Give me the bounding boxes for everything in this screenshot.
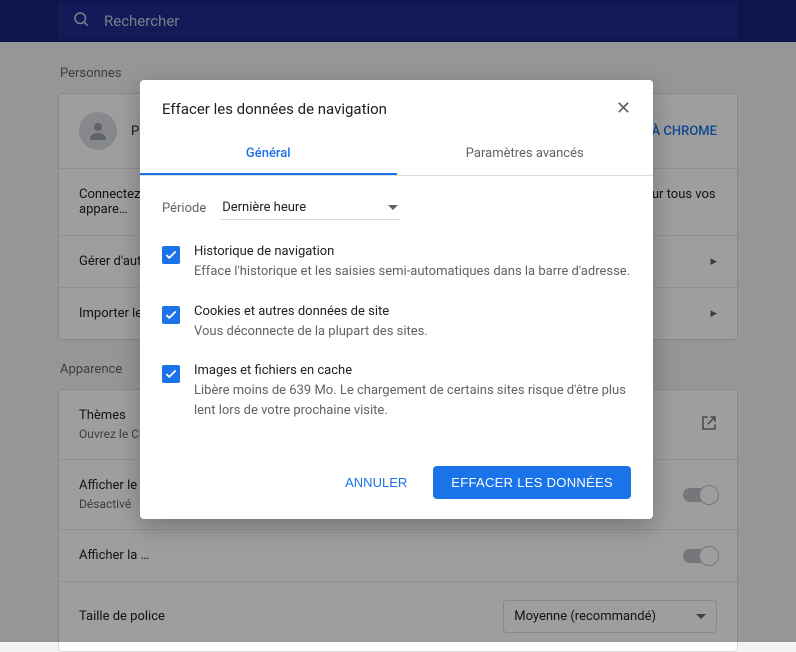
- checkbox-history[interactable]: [162, 246, 180, 264]
- clear-data-button[interactable]: EFFACER LES DONNÉES: [433, 466, 631, 499]
- checkbox-cookies[interactable]: [162, 306, 180, 324]
- clear-browsing-data-dialog: Effacer les données de navigation ✕ Géné…: [140, 80, 653, 519]
- period-label: Période: [162, 201, 206, 216]
- dialog-tabs: Général Paramètres avancés: [140, 134, 653, 176]
- option-cookies[interactable]: Cookies et autres données de site Vous d…: [162, 304, 631, 342]
- tab-basic[interactable]: Général: [140, 134, 397, 175]
- option-cache-desc: Libère moins de 639 Mo. Le chargement de…: [194, 381, 631, 420]
- option-history-desc: Efface l'historique et les saisies semi-…: [194, 262, 630, 282]
- close-icon[interactable]: ✕: [616, 100, 631, 118]
- checkbox-cache[interactable]: [162, 365, 180, 383]
- period-select[interactable]: Dernière heure: [220, 196, 400, 220]
- option-history[interactable]: Historique de navigation Efface l'histor…: [162, 244, 631, 282]
- option-history-title: Historique de navigation: [194, 244, 630, 259]
- chevron-down-icon: [388, 205, 398, 210]
- option-cache[interactable]: Images et fichiers en cache Libère moins…: [162, 363, 631, 420]
- option-cache-title: Images et fichiers en cache: [194, 363, 631, 378]
- option-cookies-desc: Vous déconnecte de la plupart des sites.: [194, 322, 428, 342]
- cancel-button[interactable]: ANNULER: [327, 466, 425, 499]
- period-value: Dernière heure: [222, 200, 306, 215]
- dialog-title: Effacer les données de navigation: [162, 100, 387, 118]
- tab-advanced[interactable]: Paramètres avancés: [397, 134, 654, 175]
- option-cookies-title: Cookies et autres données de site: [194, 304, 428, 319]
